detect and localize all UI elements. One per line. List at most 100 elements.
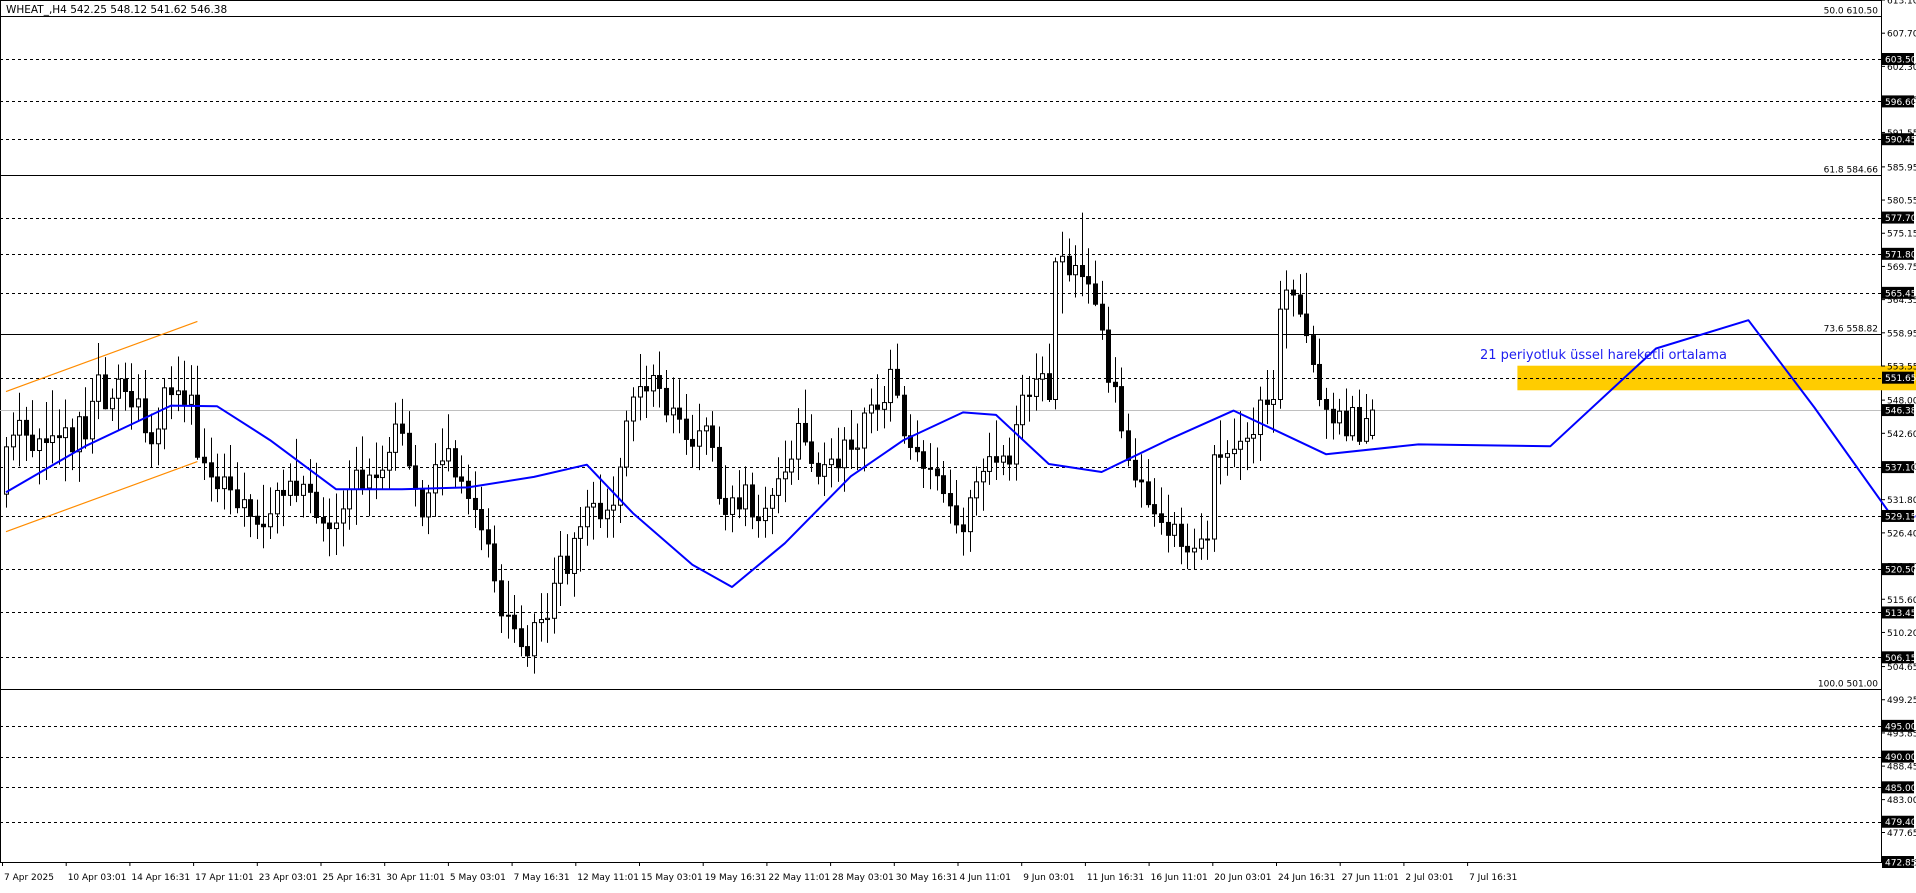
price-tag: 546.38 (1882, 404, 1916, 417)
candle-body (1060, 255, 1065, 263)
candle-body (380, 469, 385, 479)
x-tick-label: 9 Jun 03:01 (1023, 873, 1074, 883)
candle-body (1284, 289, 1289, 310)
candle-body (717, 446, 722, 499)
candle-body (30, 434, 35, 452)
ema-annotation: 21 periyotluk üssel hareketli ortalama (1480, 348, 1727, 363)
x-tick-label: 2 Jul 03:01 (1405, 873, 1453, 883)
candle-body (578, 526, 583, 539)
price-chart[interactable]: 50.0 610.50 61.8 584.66 73.6 558.82 100.0 5… (0, 0, 1916, 888)
x-tick-label: 11 Jun 16:31 (1087, 873, 1144, 883)
y-tick-label: 613.10 (1887, 0, 1916, 7)
candle-body (677, 407, 682, 420)
candle-body (90, 400, 95, 440)
candle-body (123, 378, 128, 393)
candle-body (156, 428, 161, 445)
candle-body (664, 387, 669, 416)
x-tick-label: 14 Apr 16:31 (131, 873, 190, 883)
candle-body (1067, 255, 1072, 276)
chart-window[interactable]: 50.0 610.50 61.8 584.66 73.6 558.82 100.0 5… (0, 0, 1916, 888)
candle-body (631, 396, 636, 422)
candle-body (11, 434, 16, 448)
candle-body (1073, 265, 1078, 276)
candle-body (261, 523, 266, 528)
candle-body (1357, 406, 1362, 442)
candle-body (684, 418, 689, 440)
price-tag-label: 551.65 (1885, 374, 1916, 384)
fib-level-label: 61.8 584.66 (1824, 166, 1879, 176)
candle-body (235, 489, 240, 509)
price-tag-label: 485.00 (1885, 784, 1916, 794)
x-tick-label: 23 Apr 03:01 (259, 873, 318, 883)
candle-body (605, 509, 610, 520)
price-tag: 513.45 (1882, 606, 1916, 619)
candle-body (1251, 434, 1256, 439)
candle-body (1317, 363, 1322, 401)
candle-body (426, 492, 431, 518)
candle-body (789, 458, 794, 473)
candle-body (195, 394, 200, 458)
candle-body (1093, 283, 1098, 305)
candle-body (1014, 424, 1019, 465)
price-tag-label: 603.50 (1885, 56, 1916, 66)
candle-body (360, 469, 365, 489)
candle-body (994, 456, 999, 463)
candle-body (1185, 545, 1190, 553)
candle-body (110, 397, 115, 410)
candle-body (1265, 399, 1270, 405)
candle-body (96, 374, 101, 402)
y-tick-label: 575.15 (1887, 230, 1916, 240)
candle-body (374, 474, 379, 479)
candle-body (855, 447, 860, 450)
y-tick-label: 483.00 (1887, 796, 1916, 806)
price-tag-label: 490.00 (1885, 753, 1916, 763)
candle-body (651, 375, 656, 392)
candle-body (704, 425, 709, 432)
candle-body (255, 515, 260, 525)
candle-body (1192, 547, 1197, 553)
candle-body (77, 416, 82, 453)
candle-body (446, 448, 451, 462)
candle-body (466, 480, 471, 499)
y-tick-label: 488.45 (1887, 763, 1916, 773)
candle-body (288, 480, 293, 496)
candle-body (1232, 448, 1237, 455)
price-tag-label: 537.10 (1885, 464, 1916, 474)
candle-body (182, 390, 187, 405)
candle-body (176, 390, 181, 396)
candle-body (321, 517, 326, 524)
price-tag: 590.45 (1882, 133, 1916, 146)
candle-body (1225, 453, 1230, 458)
candle-body (24, 419, 29, 436)
candle-body (1034, 378, 1039, 397)
candle-body (420, 488, 425, 518)
candle-body (228, 476, 233, 491)
price-tag-label: 479.40 (1885, 818, 1916, 828)
candle-body (532, 622, 537, 657)
candle-body (1278, 308, 1283, 401)
candle-body (1159, 513, 1164, 523)
candle-body (796, 422, 801, 460)
candle-body (816, 462, 821, 477)
x-tick-label: 22 May 11:01 (768, 873, 830, 883)
candle-body (1020, 394, 1025, 426)
x-tick-label: 15 May 03:01 (641, 873, 703, 883)
candle-body (730, 497, 735, 515)
candle-body (558, 555, 563, 584)
x-tick-label: 28 May 03:01 (832, 873, 894, 883)
candle-body (1298, 294, 1303, 315)
price-tag-label: 495.00 (1885, 722, 1916, 732)
price-tag-label: 529.15 (1885, 512, 1916, 522)
candle-body (129, 391, 134, 408)
candle-body (1040, 373, 1045, 380)
price-tag-label: 577.70 (1885, 214, 1916, 224)
candle-body (941, 475, 946, 495)
candle-body (1080, 265, 1085, 278)
candle-body (459, 476, 464, 482)
candle-body (954, 505, 959, 526)
candle-body (776, 478, 781, 496)
candle-body (1106, 329, 1111, 383)
candle-body (519, 628, 524, 648)
candle-body (17, 419, 22, 436)
candle-body (479, 509, 484, 531)
